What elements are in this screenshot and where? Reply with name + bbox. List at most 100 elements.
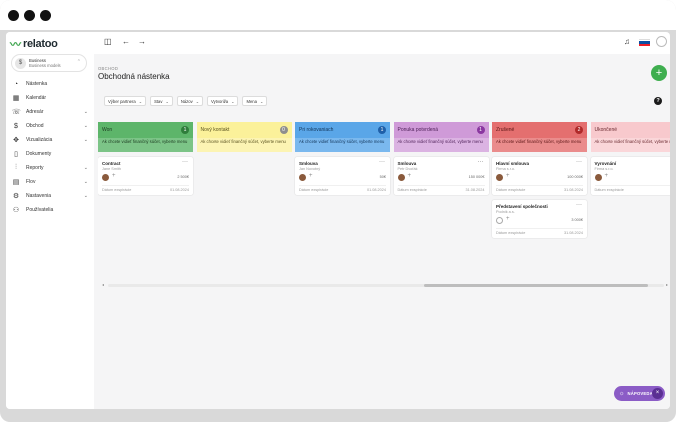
column-count-badge: 1 <box>476 126 485 134</box>
filter-label: Výber partnera <box>108 98 136 104</box>
column-title: Zrušené <box>496 127 515 133</box>
column-header[interactable]: Zrušené 2 <box>492 122 587 138</box>
kanban-board: Won 1 Ak chcete vidieť finančný súčet, vyb… <box>98 122 670 282</box>
sidebar-item-label: Nástenka <box>26 81 48 87</box>
visualization-icon: ✥ <box>13 137 19 144</box>
sidebar-toggle-icon[interactable]: ◫ <box>104 37 112 46</box>
filter-dropdown-2[interactable]: Názov ⌄ <box>176 96 204 106</box>
chevron-down-icon: ⌄ <box>83 137 88 143</box>
deal-card[interactable]: Představení společnosti ··· Podnik a.s. +3 … <box>492 200 587 238</box>
scroll-thumb[interactable] <box>424 284 648 287</box>
deal-footer: Dátum exspirácie <box>594 185 670 192</box>
help-button[interactable]: ☼ NÁPOVEDA × <box>614 386 665 401</box>
workspace-switcher[interactable]: $ Business Business models ⌃ <box>11 54 87 72</box>
deal-footer: Dátum exspirácie 31.08.2024 <box>496 228 583 235</box>
gear-icon: ⚙ <box>12 193 20 200</box>
bell-icon[interactable]: ♫ <box>624 37 630 46</box>
deal-contact: Firma s.r.o. <box>594 167 614 171</box>
add-person-icon[interactable]: + <box>506 216 510 222</box>
help-question-icon[interactable]: ? <box>654 97 662 105</box>
deal-amount: 2 500€ <box>177 175 189 179</box>
sidebar-item-0[interactable]: ◔ Nástenka <box>6 77 94 91</box>
window-dot-1 <box>8 10 19 21</box>
kanban-column: Won 1 Ak chcete vidieť finančný súčet, vyb… <box>98 122 193 195</box>
kanban-column: Nový kontakt 0 Ak chcete vidieť finančný s… <box>196 122 292 152</box>
main-content: OBCHOD Obchodná nástenka + Výber partner… <box>94 54 670 409</box>
column-sum-note: Ak chcete vidieť finančný súčet, vyberte… <box>196 138 292 152</box>
chevron-down-icon: ⌄ <box>83 165 88 171</box>
column-header[interactable]: Nový kontakt 0 <box>196 122 292 138</box>
column-header[interactable]: Pri rokovaniach 1 <box>295 122 390 138</box>
user-placeholder-icon <box>496 217 503 224</box>
deal-card[interactable]: Contract ··· Jane Smith +2 500€ Dátum exspir… <box>98 157 193 195</box>
lightbulb-icon: ☼ <box>619 390 625 397</box>
topbar: ◫ ← → ♫ <box>94 32 670 54</box>
sidebar-item-6[interactable]: ⫶ Reporty ⌄ <box>6 161 94 175</box>
deal-contact: Podnik a.s. <box>496 210 515 214</box>
deal-card[interactable]: Smlouva ··· Petr Dvořák +150 000€ Dátum exsp… <box>393 157 489 195</box>
document-icon: ▯ <box>14 151 18 158</box>
sidebar-item-8[interactable]: ⚙ Nastavenia ⌄ <box>6 189 94 203</box>
more-options-icon[interactable]: ··· <box>182 159 188 165</box>
deal-title: Vyrovnání <box>594 161 617 166</box>
add-deal-button[interactable]: + <box>651 65 667 81</box>
column-header[interactable]: Ukončené <box>590 122 670 138</box>
logo-icon: 〰 <box>10 39 21 51</box>
scroll-left-icon[interactable]: ◂ <box>102 282 104 287</box>
sidebar-item-3[interactable]: $ Obchod ⌄ <box>6 119 94 133</box>
deal-card[interactable]: Smlouva ··· Jan Novotný +50€ Dátum exspiráci… <box>295 157 390 195</box>
sidebar-item-7[interactable]: ▤ Flov ⌄ <box>6 175 94 189</box>
sidebar-item-label: Nastavenia <box>26 193 52 199</box>
sidebar-item-label: Adresár <box>26 109 44 115</box>
logo[interactable]: 〰 relatoo <box>10 38 58 51</box>
sidebar-item-5[interactable]: ▯ Dokumenty <box>6 147 94 161</box>
expiration-date: 31.08.2024 <box>563 231 583 235</box>
close-icon[interactable]: × <box>652 388 663 399</box>
expiration-date: 01.08.2024 <box>169 188 189 192</box>
deal-amount: 150 000€ <box>468 175 485 179</box>
sidebar-item-2[interactable]: ☏ Adresár ⌄ <box>6 105 94 119</box>
add-person-icon[interactable]: + <box>309 173 313 179</box>
expiration-label: Dátum exspirácie <box>397 188 427 192</box>
kanban-column: Ukončené Ak chcete vidieť finančný súčet,… <box>590 122 670 195</box>
avatar <box>594 174 602 181</box>
column-header[interactable]: Ponuka potvrdená 1 <box>393 122 489 138</box>
more-options-icon[interactable]: ··· <box>379 159 385 165</box>
filter-dropdown-1[interactable]: Stav ⌄ <box>150 96 173 106</box>
filter-dropdown-3[interactable]: Vytvoril/a ⌄ <box>207 96 239 106</box>
column-sum-note: Ak chcete vidieť finančný súčet, vyberte… <box>590 138 670 152</box>
add-person-icon[interactable]: + <box>112 173 116 179</box>
avatar <box>397 174 405 181</box>
deal-contact: Petr Dvořák <box>397 167 418 171</box>
more-options-icon[interactable]: ··· <box>576 202 582 208</box>
language-flag-icon[interactable] <box>639 39 650 46</box>
more-options-icon[interactable]: ··· <box>576 159 582 165</box>
filter-dropdown-4[interactable]: Mena ⌄ <box>242 96 268 106</box>
back-arrow-icon[interactable]: ← <box>122 37 130 46</box>
filter-label: Vytvoril/a <box>211 98 229 104</box>
deal-card[interactable]: Hlavní smlouva ··· Firma s.r.o. +100 000€ Dá… <box>492 157 587 195</box>
column-header[interactable]: Won 1 <box>98 122 193 138</box>
user-profile-icon[interactable] <box>656 36 667 47</box>
sidebar: 〰 relatoo $ Business Business models ⌃ ◔… <box>6 32 94 409</box>
sidebar-item-4[interactable]: ✥ Vizualizácia ⌄ <box>6 133 94 147</box>
column-title: Nový kontakt <box>200 127 230 133</box>
deal-contact: Jane Smith <box>102 167 121 171</box>
chevron-down-icon: ⌄ <box>83 109 88 115</box>
chart-icon: ⫶ <box>15 164 17 171</box>
forward-arrow-icon[interactable]: → <box>138 37 146 46</box>
add-person-icon[interactable]: + <box>408 173 412 179</box>
kanban-column: Zrušené 2 Ak chcete vidieť finančný súčet,… <box>492 122 587 238</box>
add-person-icon[interactable]: + <box>605 173 609 179</box>
more-options-icon[interactable]: ··· <box>478 159 484 165</box>
expiration-date: 31.08.2024 <box>563 188 583 192</box>
column-count-badge: 0 <box>279 126 288 134</box>
filter-dropdown-0[interactable]: Výber partnera ⌄ <box>104 96 147 106</box>
sidebar-item-1[interactable]: ▦ Kalendár <box>6 91 94 105</box>
board-horizontal-scrollbar[interactable]: ◂ ▸ <box>102 282 670 288</box>
sidebar-item-label: Dokumenty <box>26 151 52 157</box>
deal-card[interactable]: Vyrovnání···Firma s.r.o.+10Dátum exspirá… <box>590 157 670 195</box>
scroll-right-icon[interactable]: ▸ <box>666 282 668 287</box>
sidebar-item-9[interactable]: ⚇ Používatelia <box>6 203 94 217</box>
add-person-icon[interactable]: + <box>506 173 510 179</box>
